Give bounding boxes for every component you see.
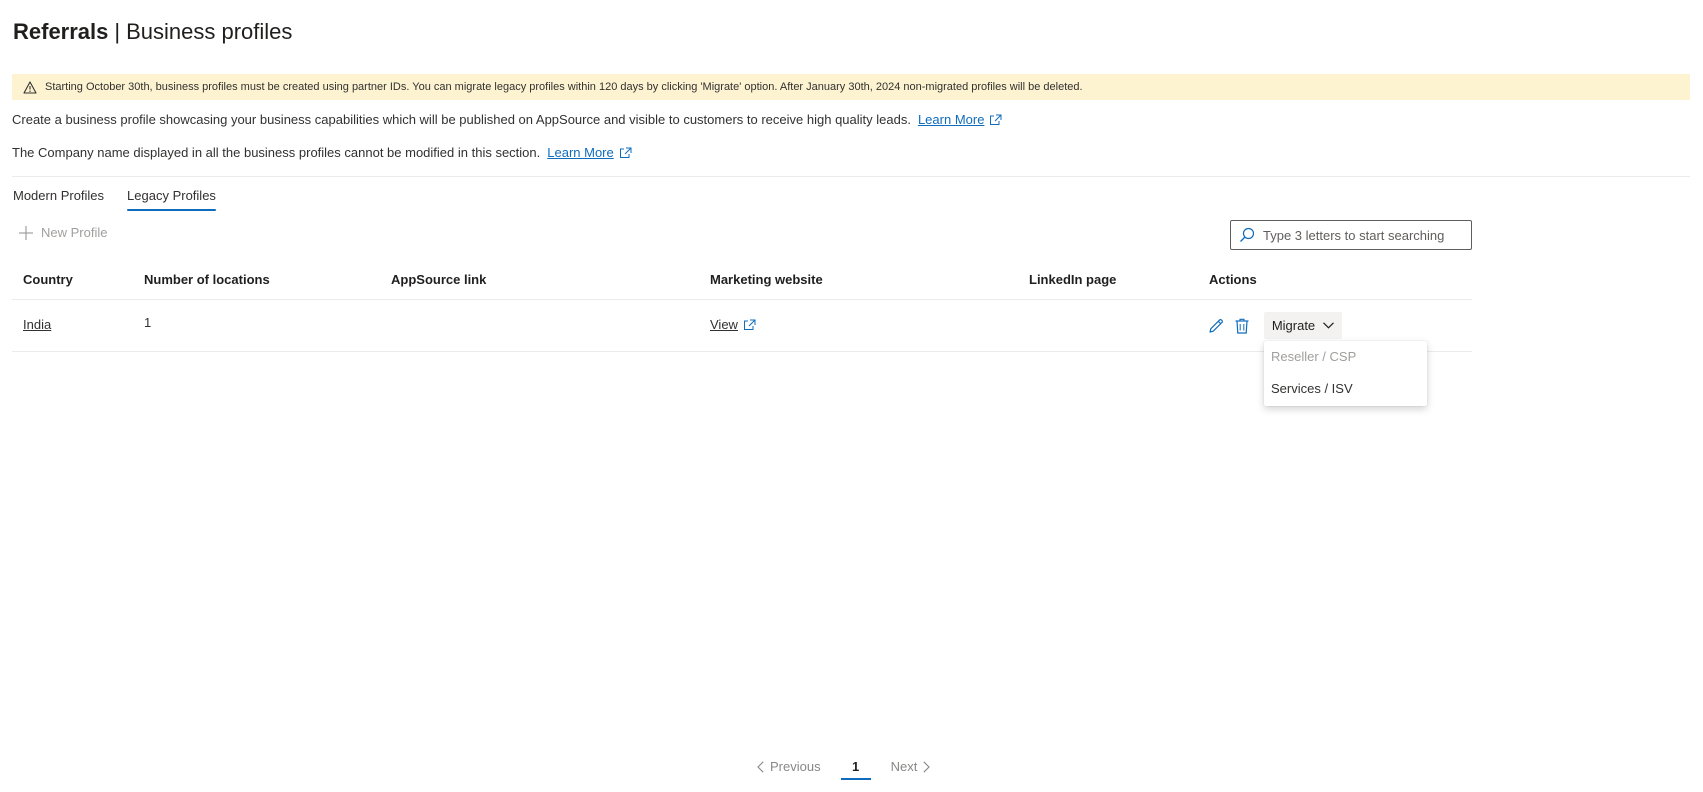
tab-modern-profiles[interactable]: Modern Profiles [13, 188, 104, 211]
column-header-appsource-link[interactable]: AppSource link [391, 272, 486, 287]
column-header-marketing-website[interactable]: Marketing website [710, 272, 823, 287]
info-line-company-name: The Company name displayed in all the bu… [12, 145, 632, 160]
column-header-linkedin-page[interactable]: LinkedIn page [1029, 272, 1116, 287]
external-link-icon [743, 319, 756, 330]
pagination: Previous 1 Next [757, 756, 931, 780]
search-icon [1240, 227, 1255, 242]
page-title-sub: Business profiles [126, 19, 293, 44]
next-label: Next [890, 759, 918, 774]
marketing-website-link[interactable]: View [710, 317, 756, 332]
column-header-country[interactable]: Country [23, 272, 73, 287]
delete-button[interactable] [1234, 317, 1250, 334]
pencil-icon [1209, 319, 1223, 333]
profile-tabs: Modern Profiles Legacy Profiles [13, 188, 239, 211]
menu-item-reseller-csp: Reseller / CSP [1271, 349, 1357, 364]
new-profile-label: New Profile [41, 225, 108, 240]
trash-icon [1235, 318, 1249, 334]
menu-item-services-isv[interactable]: Services / ISV [1271, 381, 1353, 396]
info-company-text: The Company name displayed in all the bu… [12, 145, 541, 160]
table-row-divider [12, 351, 1472, 352]
info-description-text: Create a business profile showcasing you… [12, 112, 911, 127]
table-header-divider [12, 299, 1472, 300]
edit-button[interactable] [1208, 318, 1224, 334]
country-link[interactable]: India [23, 317, 51, 332]
new-profile-button[interactable]: New Profile [19, 225, 107, 240]
page-number-current[interactable]: 1 [840, 759, 871, 780]
chevron-down-icon [1323, 322, 1335, 329]
column-header-locations[interactable]: Number of locations [144, 272, 270, 287]
search-input[interactable] [1263, 227, 1463, 243]
section-divider [12, 176, 1690, 177]
page-title-separator: | [114, 19, 121, 44]
learn-more-label-1: Learn More [917, 112, 985, 127]
learn-more-link-1[interactable]: Learn More [918, 112, 1002, 127]
column-header-actions: Actions [1209, 272, 1257, 287]
previous-label: Previous [770, 759, 821, 774]
search-box[interactable] [1230, 220, 1472, 250]
marketing-website-label: View [710, 317, 738, 332]
tab-legacy-profiles[interactable]: Legacy Profiles [127, 188, 216, 211]
page-title: Referrals | Business profiles [13, 18, 292, 46]
warning-banner: Starting October 30th, business profiles… [12, 74, 1690, 100]
page-title-main: Referrals [13, 19, 109, 44]
chevron-left-icon [757, 760, 764, 773]
plus-icon [19, 225, 33, 240]
info-line-description: Create a business profile showcasing you… [12, 112, 1002, 127]
external-link-icon [619, 147, 632, 158]
warning-text: Starting October 30th, business profiles… [45, 81, 1083, 93]
learn-more-link-2[interactable]: Learn More [547, 145, 632, 160]
next-page-button[interactable]: Next [891, 759, 931, 774]
learn-more-label-2: Learn More [547, 145, 614, 160]
migrate-button[interactable]: Migrate [1264, 312, 1342, 339]
external-link-icon [990, 114, 1002, 125]
locations-value: 1 [144, 315, 152, 330]
previous-page-button[interactable]: Previous [757, 759, 821, 774]
migrate-label: Migrate [1271, 318, 1316, 333]
warning-triangle-icon [23, 80, 37, 94]
migrate-dropdown-menu: Reseller / CSP Services / ISV [1264, 341, 1427, 406]
chevron-right-icon [923, 760, 931, 773]
